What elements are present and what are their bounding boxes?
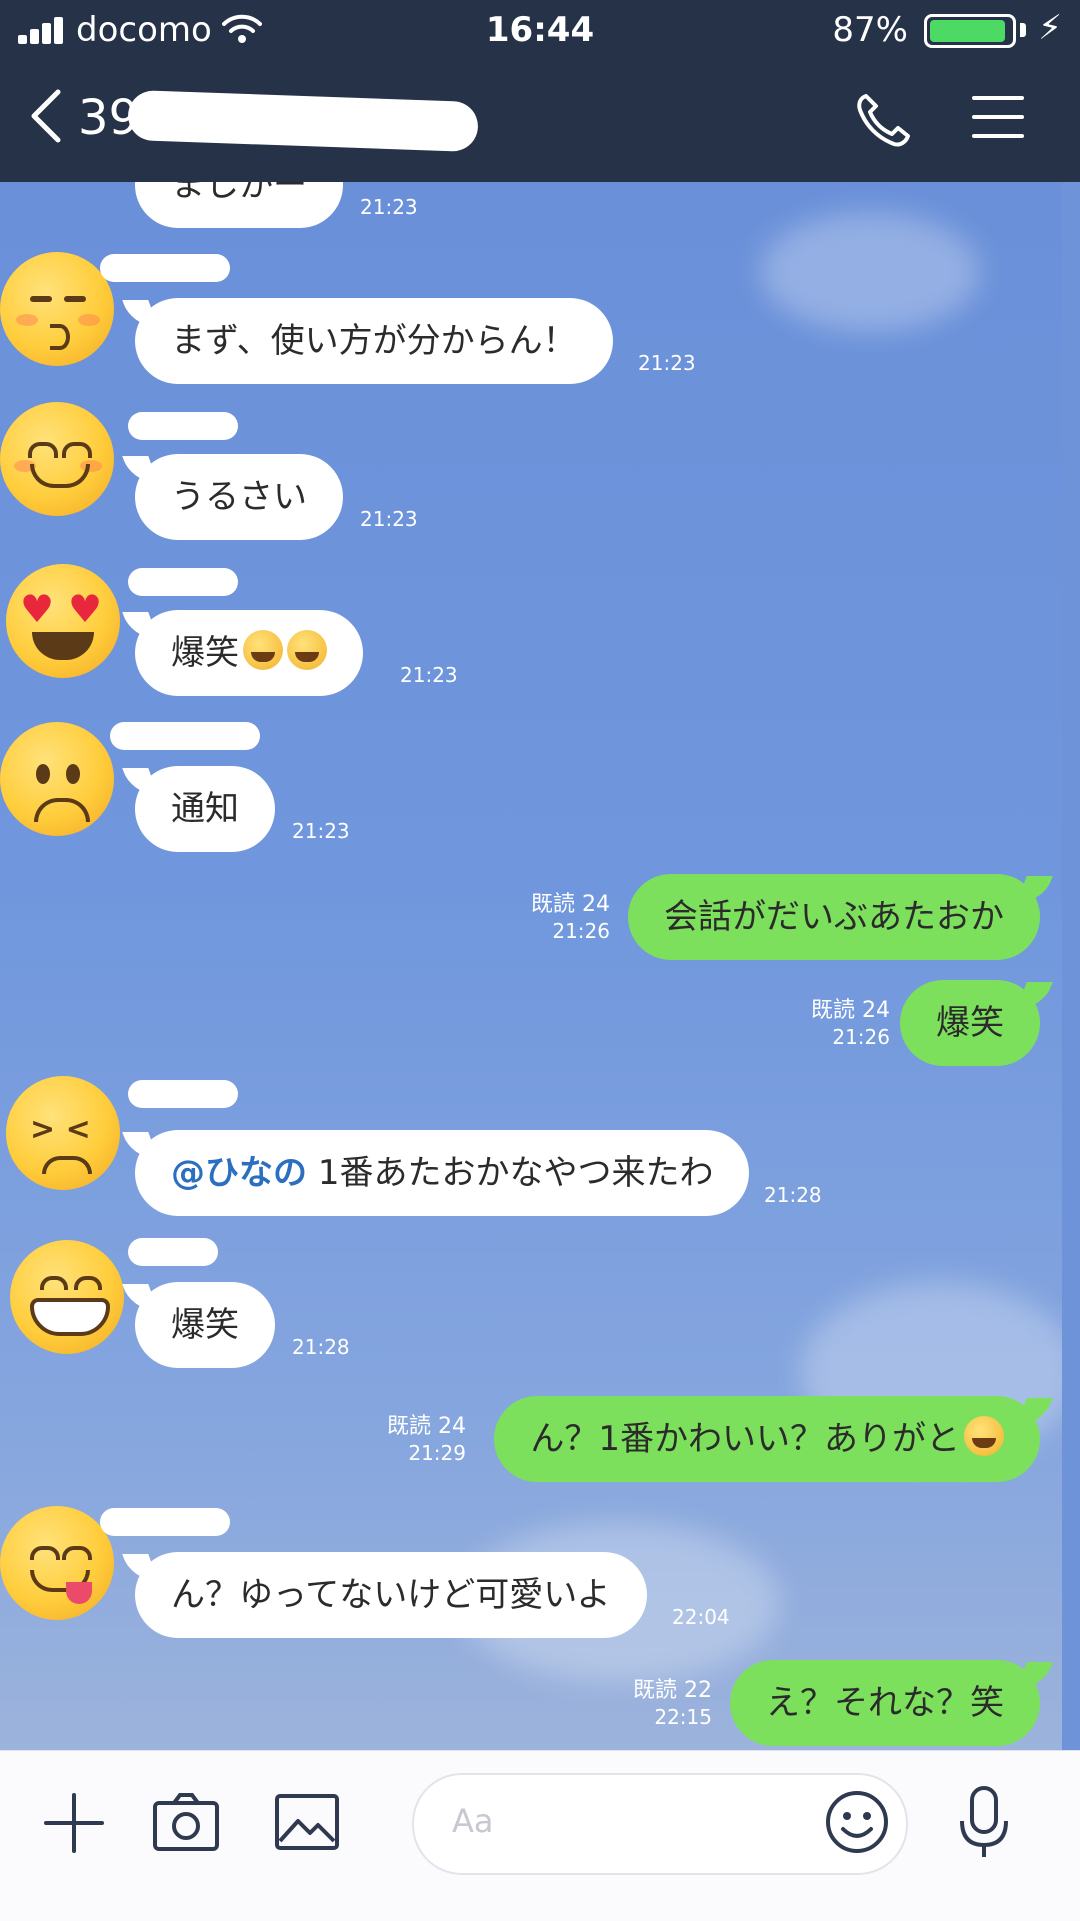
message-text: うるさい xyxy=(171,477,307,517)
message-meta: 既読 24 21:26 xyxy=(531,892,610,944)
message-time: 21:23 xyxy=(292,819,350,843)
avatar[interactable] xyxy=(0,1506,114,1620)
message-text: まず、使い方が分からん！ xyxy=(171,321,577,361)
camera-icon[interactable] xyxy=(152,1791,220,1853)
message-meta: 21:28 xyxy=(764,1182,822,1208)
message-time: 21:29 xyxy=(408,1441,466,1465)
message-meta: 21:23 xyxy=(292,818,350,844)
message-meta: 21:23 xyxy=(360,506,418,532)
message-meta: 22:04 xyxy=(672,1604,730,1630)
message-time: 21:23 xyxy=(360,195,418,219)
message-meta: 21:23 xyxy=(400,662,458,688)
charging-icon: ⚡ xyxy=(1038,8,1062,48)
message-time: 21:23 xyxy=(638,351,696,375)
clock: 16:44 xyxy=(485,10,595,50)
redaction-mark xyxy=(127,89,479,153)
tears-of-joy-icon xyxy=(243,630,283,670)
emoji-icon[interactable] xyxy=(824,1789,890,1855)
message-text: 通知 xyxy=(171,789,239,829)
message-input[interactable]: Aa xyxy=(412,1773,908,1875)
sender-name-redacted xyxy=(110,722,260,750)
message-bubble: 爆笑 xyxy=(135,610,363,696)
avatar[interactable] xyxy=(0,252,114,366)
sender-name-redacted xyxy=(100,254,230,282)
message-bubble: うるさい xyxy=(135,454,343,540)
sender-name-redacted xyxy=(100,1508,230,1536)
message-time: 21:26 xyxy=(552,919,610,943)
message-text: 1番あたおかなやつ来たわ xyxy=(317,1153,714,1193)
background-cloud xyxy=(760,212,980,332)
phone-icon[interactable] xyxy=(852,90,912,150)
message-meta: 21:28 xyxy=(292,1334,350,1360)
mention-link[interactable]: @ひなの xyxy=(171,1153,307,1193)
image-icon[interactable] xyxy=(274,1793,340,1851)
back-chevron-icon[interactable] xyxy=(26,88,66,144)
message-bubble: え？それな？笑 xyxy=(730,1660,1040,1746)
avatar[interactable] xyxy=(0,722,114,836)
avatar[interactable] xyxy=(0,402,114,516)
sender-name-redacted xyxy=(128,568,238,596)
avatar[interactable]: > < xyxy=(6,1076,120,1190)
message-bubble: @ひなの 1番あたおかなやつ来たわ xyxy=(135,1130,750,1216)
message-time: 21:28 xyxy=(292,1335,350,1359)
battery-percentage: 87% xyxy=(832,10,908,50)
message-bubble: 通知 xyxy=(135,766,275,852)
message-bubble: 爆笑 xyxy=(135,1282,275,1368)
chat-header: 39 xyxy=(0,60,1080,182)
message-text: 会話がだいぶあたおか xyxy=(664,897,1004,937)
message-text: 爆笑 xyxy=(171,633,239,673)
message-input-bar: Aa xyxy=(0,1750,1080,1921)
shushing-face-icon xyxy=(964,1416,1004,1456)
message-time: 22:04 xyxy=(672,1605,730,1629)
message-meta: 既読 22 22:15 xyxy=(633,1678,712,1730)
sender-name-redacted xyxy=(128,1080,238,1108)
battery-icon xyxy=(924,14,1016,48)
message-text: え？それな？笑 xyxy=(766,1683,1004,1723)
message-time: 21:26 xyxy=(832,1025,890,1049)
avatar[interactable]: ♥ ♥ xyxy=(6,564,120,678)
message-text: 爆笑 xyxy=(171,1305,239,1345)
message-meta: 既読 24 21:29 xyxy=(387,1414,466,1466)
read-receipt: 既読 22 xyxy=(633,1678,712,1703)
message-meta: 21:23 xyxy=(360,194,418,220)
message-bubble: ん？ゆってないけど可愛いよ xyxy=(135,1552,647,1638)
message-meta: 既読 24 21:26 xyxy=(811,998,890,1050)
message-time: 21:23 xyxy=(400,663,458,687)
message-bubble: 爆笑 xyxy=(900,980,1040,1066)
read-receipt: 既読 24 xyxy=(531,892,610,917)
top-bar: docomo 16:44 87% ⚡ 39 xyxy=(0,0,1080,182)
message-meta: 21:23 xyxy=(638,350,696,376)
avatar[interactable] xyxy=(10,1240,124,1354)
sender-name-redacted xyxy=(128,1238,218,1266)
chat-area[interactable]: ましかー 21:23 まず、使い方が分からん！ 21:23 うるさい 21:23… xyxy=(0,182,1062,1750)
message-time: 21:28 xyxy=(764,1183,822,1207)
tears-of-joy-icon xyxy=(287,630,327,670)
message-bubble: ん？1番かわいい？ありがと xyxy=(494,1396,1040,1482)
message-text: ん？ゆってないけど可愛いよ xyxy=(171,1575,611,1615)
status-bar: docomo 16:44 87% ⚡ xyxy=(0,0,1080,60)
read-receipt: 既読 24 xyxy=(387,1414,466,1439)
message-time: 22:15 xyxy=(654,1705,712,1729)
sender-name-redacted xyxy=(128,412,238,440)
message-input-placeholder: Aa xyxy=(452,1802,494,1840)
message-text: 爆笑 xyxy=(936,1003,1004,1043)
message-bubble: 会話がだいぶあたおか xyxy=(628,874,1040,960)
message-bubble: まず、使い方が分からん！ xyxy=(135,298,613,384)
message-text: ましかー xyxy=(171,182,307,205)
read-receipt: 既読 24 xyxy=(811,998,890,1023)
message-bubble: ましかー xyxy=(135,182,343,228)
plus-icon[interactable] xyxy=(42,1791,106,1855)
battery-tip xyxy=(1020,23,1026,37)
menu-icon[interactable] xyxy=(972,96,1024,138)
microphone-icon[interactable] xyxy=(956,1785,1012,1861)
message-time: 21:23 xyxy=(360,507,418,531)
message-text: ん？1番かわいい？ありがと xyxy=(530,1419,960,1459)
